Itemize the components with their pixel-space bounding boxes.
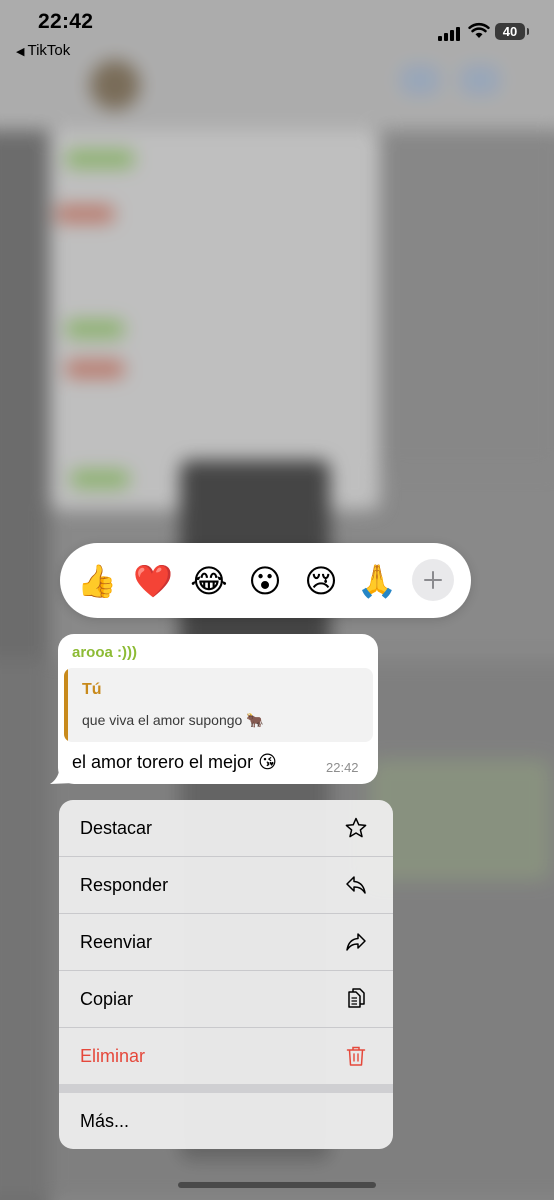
message-bubble[interactable]: arooa :))) Tú que viva el amor supongo 🐂… xyxy=(58,634,378,784)
menu-item-mas[interactable]: Más... xyxy=(59,1093,393,1149)
reaction-bar: 👍 ❤️ 😂 😮 😢 🙏 xyxy=(60,543,471,618)
menu-item-label: Reenviar xyxy=(80,932,153,952)
status-time: 22:42 xyxy=(38,10,94,33)
menu-item-label: Copiar xyxy=(80,989,134,1009)
menu-item-reenviar[interactable]: Reenviar xyxy=(59,914,393,970)
quote-author: Tú xyxy=(82,681,102,698)
back-arrow-icon: ◀ xyxy=(16,46,25,58)
back-to-app-link[interactable]: ◀ TikTok xyxy=(16,42,70,59)
message-time: 22:42 xyxy=(326,760,359,775)
menu-item-eliminar[interactable]: Eliminar xyxy=(59,1028,393,1084)
menu-item-responder[interactable]: Responder xyxy=(59,857,393,913)
folded-hands-emoji-icon[interactable]: 🙏 xyxy=(357,561,397,601)
context-menu: Destacar Responder Reenviar Copiar Elimi… xyxy=(59,800,393,1149)
message-text: el amor torero el mejor 😘 xyxy=(72,752,277,772)
red-heart-emoji-icon[interactable]: ❤️ xyxy=(133,561,173,601)
menu-item-label: Eliminar xyxy=(80,1046,146,1066)
menu-item-copiar[interactable]: Copiar xyxy=(59,971,393,1027)
forward-icon xyxy=(346,933,366,951)
menu-section-gap xyxy=(59,1084,393,1093)
more-reactions-plus-icon[interactable] xyxy=(412,559,454,601)
reply-icon xyxy=(346,876,366,894)
copy-icon xyxy=(348,988,365,1008)
battery-indicator: 40 xyxy=(495,23,529,40)
menu-item-label: Más... xyxy=(80,1111,130,1131)
menu-item-label: Destacar xyxy=(80,818,153,838)
thumbs-up-emoji-icon[interactable]: 👍 xyxy=(77,561,117,601)
back-app-label: TikTok xyxy=(27,42,71,59)
trash-icon xyxy=(346,1046,366,1066)
surprised-face-emoji-icon[interactable]: 😮 xyxy=(245,561,285,601)
menu-item-destacar[interactable]: Destacar xyxy=(59,800,393,856)
status-bar: 22:42 ◀ TikTok 40 xyxy=(0,0,554,70)
crying-face-emoji-icon[interactable]: 😢 xyxy=(301,561,341,601)
home-indicator[interactable] xyxy=(178,1182,376,1188)
cellular-signal-icon xyxy=(438,25,462,41)
quote-text: que viva el amor supongo 🐂 xyxy=(82,712,264,728)
menu-item-label: Responder xyxy=(80,875,169,895)
tears-of-joy-emoji-icon[interactable]: 😂 xyxy=(189,561,229,601)
message-sender: arooa :))) xyxy=(72,644,137,661)
wifi-icon xyxy=(468,22,490,38)
quoted-reply[interactable]: Tú que viva el amor supongo 🐂 xyxy=(64,668,373,742)
quote-accent-bar xyxy=(64,668,68,742)
star-icon xyxy=(345,817,367,838)
